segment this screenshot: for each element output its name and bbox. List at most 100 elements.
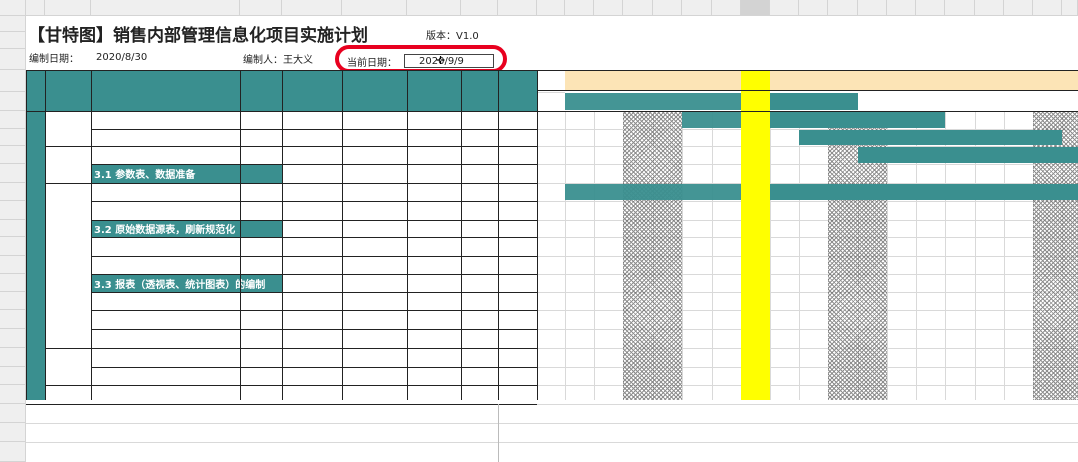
gantt-weekday-8 [799, 70, 828, 90]
column-header-m[interactable] [594, 0, 623, 16]
column-header-e[interactable] [240, 0, 282, 16]
task-start [282, 367, 342, 385]
row-header-14[interactable] [0, 256, 26, 274]
header-milestone [26, 70, 91, 111]
task-owner [240, 111, 282, 129]
table-border [91, 183, 537, 184]
row-header-15[interactable] [0, 274, 26, 292]
row-header-7[interactable] [0, 129, 26, 146]
table-border [26, 70, 27, 400]
row-header-12[interactable] [0, 220, 26, 237]
row-header-1[interactable] [0, 16, 26, 32]
table-border [91, 70, 92, 400]
column-header-c[interactable] [45, 0, 91, 16]
table-border [45, 146, 91, 147]
task-actual-days [407, 329, 461, 348]
section-row-3.2: 3.2 原始数据源表，刷新规范化 [91, 220, 282, 237]
task-actual-days [407, 237, 461, 256]
column-header-l[interactable] [565, 0, 594, 16]
row-header-22[interactable] [0, 404, 26, 423]
spreadsheet-window: { "colors":{"header_teal":"#3a8f8f","tod… [0, 0, 1078, 462]
task-workdays [461, 310, 498, 329]
column-header-j[interactable] [498, 0, 537, 16]
task-holidays [498, 256, 537, 274]
column-header-o[interactable] [653, 0, 682, 16]
table-border [91, 237, 537, 238]
column-header-i[interactable] [461, 0, 498, 16]
column-header-y[interactable] [945, 0, 975, 16]
row-header-10[interactable] [0, 183, 26, 201]
section-row-3.3: 3.3 报表（透视表、统计图表）的编制 [91, 274, 282, 292]
column-header-ac[interactable] [1062, 0, 1078, 16]
row-header-9[interactable] [0, 164, 26, 183]
column-header-d[interactable] [91, 0, 240, 16]
column-header-x[interactable] [916, 0, 945, 16]
column-header-f[interactable] [282, 0, 342, 16]
row-header-4[interactable] [0, 70, 26, 92]
row-header-20[interactable] [0, 367, 26, 385]
select-all-corner[interactable] [0, 0, 26, 16]
column-header-aa[interactable] [1004, 0, 1033, 16]
column-header-t[interactable] [799, 0, 828, 16]
task-workdays [461, 92, 498, 111]
task-owner [240, 183, 282, 201]
row-header-11[interactable] [0, 201, 26, 220]
task-end [342, 129, 407, 146]
row-header-3[interactable] [0, 49, 26, 70]
gantt-weekday-17 [1062, 70, 1078, 90]
table-border [45, 183, 91, 184]
row-header-8[interactable] [0, 146, 26, 164]
task-name [124, 183, 240, 201]
table-border [240, 70, 241, 400]
task-holidays [498, 367, 537, 385]
grid-line [537, 237, 1078, 238]
column-header-z[interactable] [975, 0, 1004, 16]
task-end [342, 348, 407, 367]
task-name [124, 237, 240, 256]
row-header-19[interactable] [0, 348, 26, 367]
table-border [91, 111, 537, 112]
task-number [91, 348, 124, 367]
column-header-ab[interactable] [1033, 0, 1062, 16]
row-header-13[interactable] [0, 237, 26, 256]
row-header-17[interactable] [0, 310, 26, 329]
task-end [342, 201, 407, 220]
task-end [342, 329, 407, 348]
row-header-16[interactable] [0, 292, 26, 310]
row-header-23[interactable] [0, 423, 26, 442]
row-header-21[interactable] [0, 385, 26, 404]
column-header-h[interactable] [407, 0, 461, 16]
column-header-v[interactable] [858, 0, 887, 16]
table-border [91, 329, 537, 330]
column-header-k[interactable] [537, 0, 565, 16]
task-workdays [461, 329, 498, 348]
task-owner [240, 146, 282, 164]
row-header-5[interactable] [0, 92, 26, 111]
table-border [498, 70, 499, 400]
sheet-title: 【甘特图】销售内部管理信息化项目实施计划 [28, 25, 368, 46]
milestone-1 [45, 146, 91, 183]
column-header-q[interactable] [712, 0, 741, 16]
weekend-shade [623, 111, 682, 400]
task-end [342, 237, 407, 256]
row-header-6[interactable] [0, 111, 26, 129]
task-actual-days [407, 292, 461, 310]
column-header-n[interactable] [623, 0, 653, 16]
column-header-g[interactable] [342, 0, 407, 16]
red-highlight-circle [335, 45, 507, 73]
grid-line [1004, 70, 1005, 400]
task-holidays [498, 92, 537, 111]
column-header-b[interactable] [26, 0, 45, 16]
table-border [26, 70, 1078, 71]
grid-line [594, 70, 595, 400]
row-header-18[interactable] [0, 329, 26, 348]
row-header-24[interactable] [0, 442, 26, 462]
column-header-u[interactable] [828, 0, 858, 16]
task-number [91, 256, 124, 274]
task-owner [240, 348, 282, 367]
column-header-r[interactable] [741, 0, 770, 16]
column-header-s[interactable] [770, 0, 799, 16]
row-header-2[interactable] [0, 32, 26, 49]
column-header-p[interactable] [682, 0, 712, 16]
column-header-w[interactable] [887, 0, 916, 16]
